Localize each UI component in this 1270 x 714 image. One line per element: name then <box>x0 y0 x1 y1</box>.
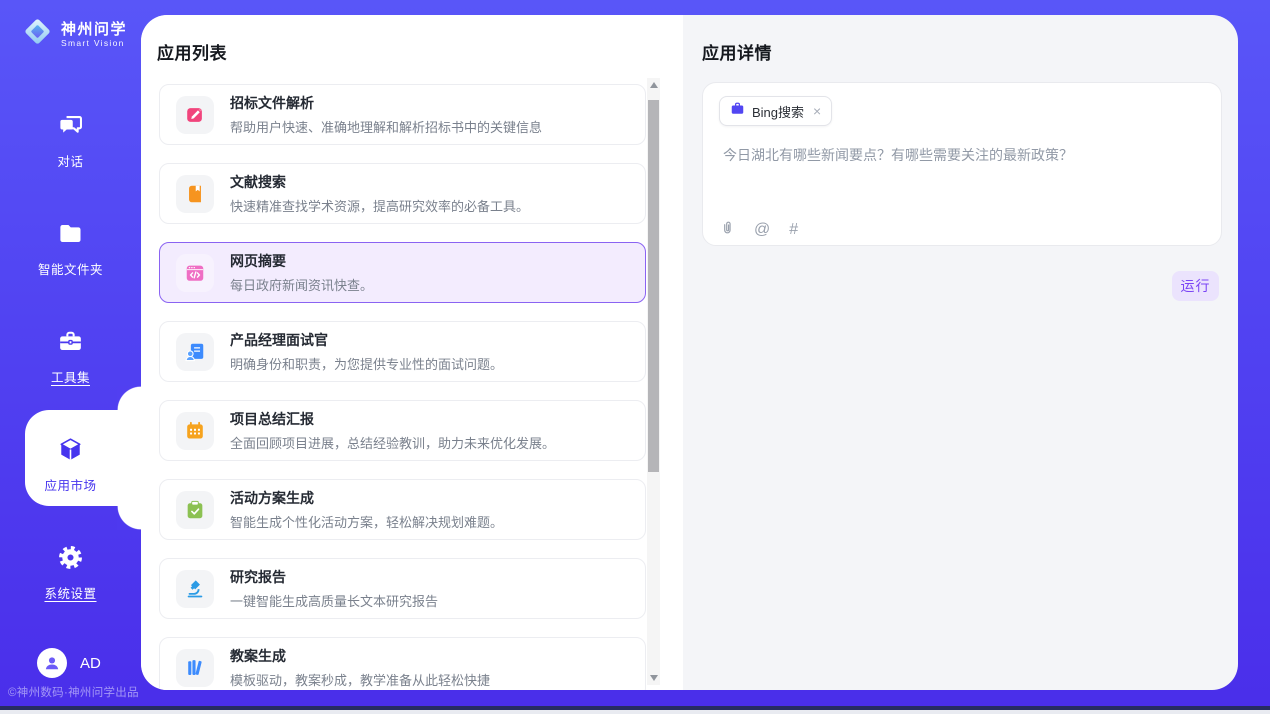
gear-icon <box>57 544 84 576</box>
sidebar-item-app-market[interactable]: 应用市场 <box>0 436 141 494</box>
user-profile[interactable]: AD <box>37 648 101 678</box>
edit-square-icon <box>176 96 214 134</box>
app-name: 研究报告 <box>230 567 438 587</box>
tool-tag-label: Bing搜索 <box>752 102 804 121</box>
app-card-project-summary[interactable]: 项目总结汇报 全面回顾项目进展，总结经验教训，助力未来优化发展。 <box>159 400 646 461</box>
hash-icon[interactable]: # <box>789 222 798 238</box>
app-card-bid-parse[interactable]: 招标文件解析 帮助用户快速、准确地理解和解析招标书中的关键信息 <box>159 84 646 145</box>
app-desc: 智能生成个性化活动方案，轻松解决规划难题。 <box>230 512 503 531</box>
app-name: 活动方案生成 <box>230 488 503 508</box>
sidebar-item-settings[interactable]: 系统设置 <box>0 544 141 602</box>
folder-icon <box>57 220 84 252</box>
composer-toolbar: @ # <box>720 219 798 241</box>
sidebar-item-smart-folders[interactable]: 智能文件夹 <box>0 220 141 278</box>
window-bottom-strip <box>0 710 1270 714</box>
app-desc: 帮助用户快速、准确地理解和解析招标书中的关键信息 <box>230 117 542 136</box>
app-name: 网页摘要 <box>230 251 373 271</box>
books-icon <box>176 649 214 687</box>
triangle-up-icon <box>650 82 658 88</box>
microscope-icon <box>176 570 214 608</box>
briefcase-icon <box>730 101 745 121</box>
sidebar-item-label: 工具集 <box>51 367 90 386</box>
app-desc: 明确身份和职责，为您提供专业性的面试问题。 <box>230 354 503 373</box>
active-nav-fillet-bottom <box>117 506 141 530</box>
app-desc: 快速精准查找学术资源，提高研究效率的必备工具。 <box>230 196 529 215</box>
sidebar-item-label: 智能文件夹 <box>38 259 103 278</box>
scroll-down-arrow[interactable] <box>647 671 660 685</box>
sidebar-item-chat[interactable]: 对话 <box>0 112 141 170</box>
scrollbar-thumb[interactable] <box>648 100 659 472</box>
app-card-literature-search[interactable]: 文献搜索 快速精准查找学术资源，提高研究效率的必备工具。 <box>159 163 646 224</box>
app-name: 教案生成 <box>230 646 490 666</box>
tool-tag-bing-search[interactable]: Bing搜索 × <box>719 96 832 126</box>
brand-logo: 神州问学 Smart Vision <box>22 16 127 52</box>
clipboard-check-icon <box>176 491 214 529</box>
calendar-icon <box>176 412 214 450</box>
triangle-down-icon <box>650 675 658 681</box>
brand-name: 神州问学 <box>61 21 127 38</box>
app-desc: 一键智能生成高质量长文本研究报告 <box>230 591 438 610</box>
brand-subtitle: Smart Vision <box>61 38 127 48</box>
app-card-event-plan[interactable]: 活动方案生成 智能生成个性化活动方案，轻松解决规划难题。 <box>159 479 646 540</box>
at-mention-icon[interactable]: @ <box>754 222 770 238</box>
scroll-up-arrow[interactable] <box>647 78 660 92</box>
toolbox-icon <box>57 328 84 360</box>
close-icon[interactable]: × <box>813 104 821 118</box>
app-name: 文献搜索 <box>230 172 529 192</box>
diamond-logo-icon <box>22 16 53 52</box>
chat-icon <box>57 112 84 144</box>
paperclip-icon[interactable] <box>720 219 735 241</box>
active-nav-fillet-top <box>117 386 141 410</box>
app-card-lesson-plan[interactable]: 教案生成 模板驱动，教案秒成，教学准备从此轻松快捷 <box>159 637 646 690</box>
app-list-scrollbar[interactable] <box>647 78 660 685</box>
app-card-research-report[interactable]: 研究报告 一键智能生成高质量长文本研究报告 <box>159 558 646 619</box>
query-input[interactable]: 今日湖北有哪些新闻要点？有哪些需要关注的最新政策？ <box>723 145 1193 165</box>
app-list-title: 应用列表 <box>157 39 227 64</box>
app-detail-title: 应用详情 <box>702 39 772 64</box>
avatar <box>37 648 67 678</box>
app-name: 项目总结汇报 <box>230 409 555 429</box>
app-list-panel: 应用列表 招标文件解析 帮助用户快速、准确地理解和解析招标书中的关键信息 <box>141 15 683 690</box>
cube-icon <box>57 436 84 468</box>
app-name: 招标文件解析 <box>230 93 542 113</box>
app-card-web-summary[interactable]: 网页摘要 每日政府新闻资讯快查。 <box>159 242 646 303</box>
copyright-text: ©神州数码·神州问学出品 <box>8 684 149 700</box>
app-desc: 全面回顾项目进展，总结经验教训，助力未来优化发展。 <box>230 433 555 452</box>
webpage-code-icon <box>176 254 214 292</box>
sidebar: 神州问学 Smart Vision 对话 智能文件夹 <box>0 0 141 714</box>
interviewer-icon <box>176 333 214 371</box>
run-button[interactable]: 运行 <box>1172 271 1219 301</box>
app-desc: 模板驱动，教案秒成，教学准备从此轻松快捷 <box>230 670 490 689</box>
sidebar-item-label: 对话 <box>57 151 83 170</box>
app-list: 招标文件解析 帮助用户快速、准确地理解和解析招标书中的关键信息 文献搜索 快速精… <box>159 84 646 690</box>
main-content: 应用列表 招标文件解析 帮助用户快速、准确地理解和解析招标书中的关键信息 <box>141 15 1238 690</box>
app-name: 产品经理面试官 <box>230 330 503 350</box>
book-icon <box>176 175 214 213</box>
sidebar-item-toolset[interactable]: 工具集 <box>0 328 141 386</box>
composer-card: Bing搜索 × 今日湖北有哪些新闻要点？有哪些需要关注的最新政策？ @ # <box>702 82 1222 246</box>
app-card-pm-interviewer[interactable]: 产品经理面试官 明确身份和职责，为您提供专业性的面试问题。 <box>159 321 646 382</box>
sidebar-item-label: 系统设置 <box>44 583 96 602</box>
sidebar-item-label: 应用市场 <box>44 475 96 494</box>
user-initials: AD <box>80 655 101 672</box>
app-desc: 每日政府新闻资讯快查。 <box>230 275 373 294</box>
